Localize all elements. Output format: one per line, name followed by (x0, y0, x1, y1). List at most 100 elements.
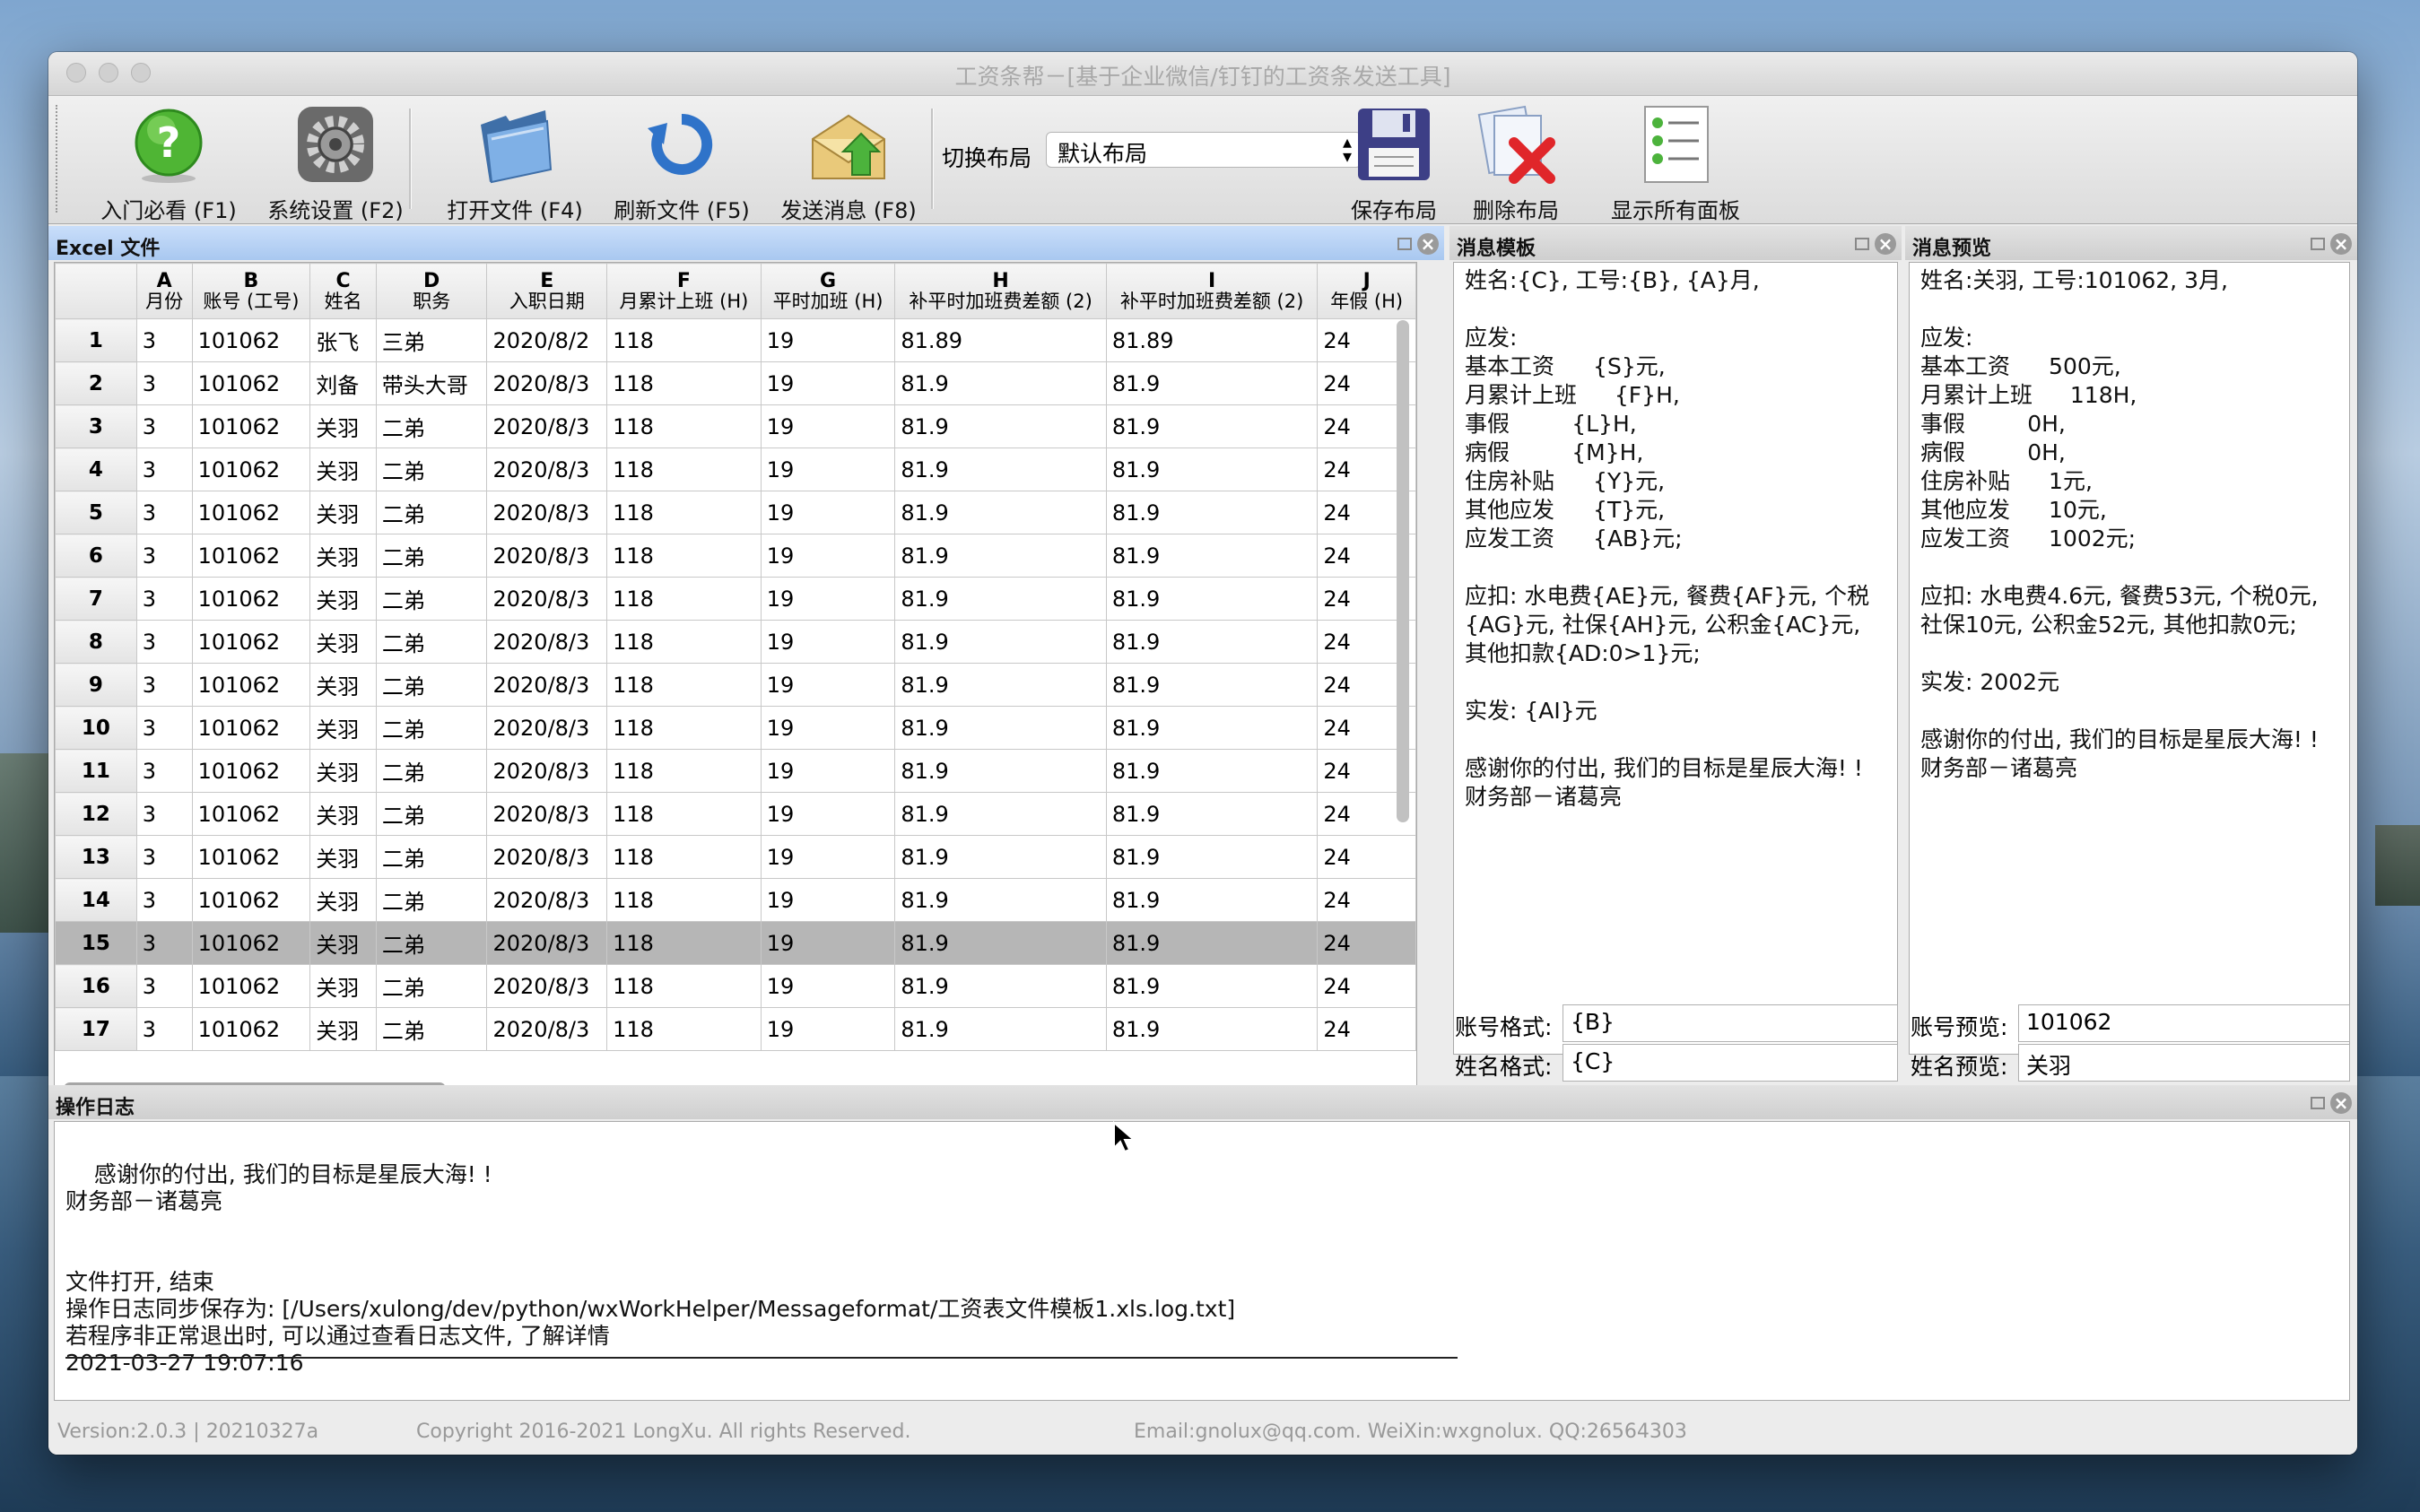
cell-a[interactable]: 3 (135, 620, 193, 664)
row-number-cell[interactable]: 5 (55, 491, 137, 534)
column-header-i[interactable]: I 补平时加班费差额 (2) (1105, 263, 1319, 319)
cell-g[interactable]: 19 (760, 878, 896, 922)
cell-f[interactable]: 118 (606, 534, 762, 578)
column-header-d[interactable]: D 职务 (375, 263, 488, 319)
cell-c[interactable]: 关羽 (309, 835, 377, 879)
cell-c[interactable]: 关羽 (309, 491, 377, 534)
cell-e[interactable]: 2020/8/3 (486, 792, 608, 836)
row-number-cell[interactable]: 12 (55, 792, 137, 836)
row-number-cell[interactable]: 16 (55, 964, 137, 1008)
cell-f[interactable]: 118 (606, 318, 762, 362)
cell-e[interactable]: 2020/8/3 (486, 491, 608, 534)
close-panel-icon[interactable]: × (2330, 1092, 2352, 1114)
row-number-cell[interactable]: 17 (55, 1007, 137, 1051)
cell-h[interactable]: 81.9 (894, 749, 1107, 793)
cell-c[interactable]: 关羽 (309, 749, 377, 793)
cell-g[interactable]: 19 (760, 404, 896, 448)
cell-j[interactable]: 24 (1317, 1007, 1416, 1051)
cell-i[interactable]: 81.9 (1105, 404, 1319, 448)
cell-c[interactable]: 关羽 (309, 577, 377, 621)
float-panel-icon[interactable] (1397, 238, 1412, 250)
table-row[interactable]: 9 3 101062 关羽 二弟 2020/8/3 118 19 81.9 81.9 24 (55, 663, 1416, 707)
cell-g[interactable]: 19 (760, 663, 896, 707)
cell-g[interactable]: 19 (760, 534, 896, 578)
cell-h[interactable]: 81.9 (894, 1007, 1107, 1051)
cell-e[interactable]: 2020/8/3 (486, 448, 608, 491)
table-row[interactable]: 6 3 101062 关羽 二弟 2020/8/3 118 19 81.9 81.9 24 (55, 534, 1416, 578)
delete-layout-button[interactable]: 删除布局 (1444, 96, 1588, 223)
cell-f[interactable]: 118 (606, 448, 762, 491)
cell-d[interactable]: 二弟 (375, 749, 488, 793)
cell-a[interactable]: 3 (135, 318, 193, 362)
cell-e[interactable]: 2020/8/3 (486, 706, 608, 750)
cell-e[interactable]: 2020/8/3 (486, 835, 608, 879)
cell-h[interactable]: 81.9 (894, 361, 1107, 405)
operation-log[interactable]: 感谢你的付出, 我们的目标是星辰大海! ! 财务部－诸葛亮 文件打开, 结束 操… (54, 1121, 2350, 1401)
cell-d[interactable]: 三弟 (375, 318, 488, 362)
cell-e[interactable]: 2020/8/3 (486, 921, 608, 965)
cell-c[interactable]: 关羽 (309, 1007, 377, 1051)
cell-c[interactable]: 关羽 (309, 706, 377, 750)
cell-j[interactable]: 24 (1317, 835, 1416, 879)
cell-f[interactable]: 118 (606, 361, 762, 405)
cell-b[interactable]: 101062 (191, 534, 311, 578)
excel-panel-header[interactable]: Excel 文件 × (48, 226, 1444, 260)
toolbar-grip[interactable] (56, 105, 61, 213)
cell-g[interactable]: 19 (760, 318, 896, 362)
cell-d[interactable]: 二弟 (375, 706, 488, 750)
close-panel-icon[interactable]: × (1875, 233, 1896, 255)
row-number-cell[interactable]: 10 (55, 706, 137, 750)
float-panel-icon[interactable] (1855, 238, 1869, 250)
show-all-panels-button[interactable]: 显示所有面板 (1568, 96, 1783, 223)
table-row[interactable]: 11 3 101062 关羽 二弟 2020/8/3 118 19 81.9 81.9 24 (55, 749, 1416, 793)
cell-c[interactable]: 关羽 (309, 964, 377, 1008)
row-number-cell[interactable]: 2 (55, 361, 137, 405)
cell-f[interactable]: 118 (606, 663, 762, 707)
row-number-cell[interactable]: 8 (55, 620, 137, 664)
cell-e[interactable]: 2020/8/3 (486, 749, 608, 793)
cell-d[interactable]: 二弟 (375, 878, 488, 922)
cell-b[interactable]: 101062 (191, 361, 311, 405)
row-number-cell[interactable]: 3 (55, 404, 137, 448)
table-row[interactable]: 13 3 101062 关羽 二弟 2020/8/3 118 19 81.9 81.9 24 (55, 835, 1416, 879)
cell-f[interactable]: 118 (606, 577, 762, 621)
table-row[interactable]: 17 3 101062 关羽 二弟 2020/8/3 118 19 81.9 81.9 24 (55, 1007, 1416, 1051)
vertical-scrollbar[interactable] (1397, 320, 1409, 822)
table-row[interactable]: 14 3 101062 关羽 二弟 2020/8/3 118 19 81.9 81.9 24 (55, 878, 1416, 922)
float-panel-icon[interactable] (2311, 238, 2325, 250)
table-row[interactable]: 15 3 101062 关羽 二弟 2020/8/3 118 19 81.9 81.9 24 (55, 921, 1416, 965)
cell-i[interactable]: 81.9 (1105, 534, 1319, 578)
open-file-button[interactable]: 打开文件 (F4) (425, 96, 605, 223)
cell-a[interactable]: 3 (135, 663, 193, 707)
cell-j[interactable]: 24 (1317, 878, 1416, 922)
cell-c[interactable]: 关羽 (309, 921, 377, 965)
cell-h[interactable]: 81.9 (894, 921, 1107, 965)
column-header-e[interactable]: E 入职日期 (486, 263, 608, 319)
cell-b[interactable]: 101062 (191, 964, 311, 1008)
cell-e[interactable]: 2020/8/3 (486, 361, 608, 405)
cell-f[interactable]: 118 (606, 964, 762, 1008)
column-header-c[interactable]: C 姓名 (309, 263, 377, 319)
cell-h[interactable]: 81.9 (894, 404, 1107, 448)
cell-i[interactable]: 81.9 (1105, 835, 1319, 879)
row-number-cell[interactable]: 14 (55, 878, 137, 922)
column-header-h[interactable]: H 补平时加班费差额 (2) (894, 263, 1107, 319)
cell-g[interactable]: 19 (760, 448, 896, 491)
cell-g[interactable]: 19 (760, 361, 896, 405)
cell-d[interactable]: 二弟 (375, 921, 488, 965)
cell-e[interactable]: 2020/8/3 (486, 1007, 608, 1051)
cell-b[interactable]: 101062 (191, 921, 311, 965)
cell-h[interactable]: 81.9 (894, 534, 1107, 578)
cell-i[interactable]: 81.89 (1105, 318, 1319, 362)
cell-f[interactable]: 118 (606, 491, 762, 534)
template-panel-header[interactable]: 消息模板 × (1449, 226, 1902, 260)
row-number-cell[interactable]: 7 (55, 577, 137, 621)
cell-f[interactable]: 118 (606, 921, 762, 965)
cell-a[interactable]: 3 (135, 577, 193, 621)
preview-text[interactable]: 姓名:关羽, 工号:101062, 3月, 应发: 基本工资 500元, 月累计… (1909, 262, 2350, 1055)
column-header-g[interactable]: G 平时加班 (H) (760, 263, 896, 319)
cell-j[interactable]: 24 (1317, 964, 1416, 1008)
cell-i[interactable]: 81.9 (1105, 491, 1319, 534)
column-header-a[interactable]: A 月份 (135, 263, 193, 319)
cell-c[interactable]: 关羽 (309, 878, 377, 922)
